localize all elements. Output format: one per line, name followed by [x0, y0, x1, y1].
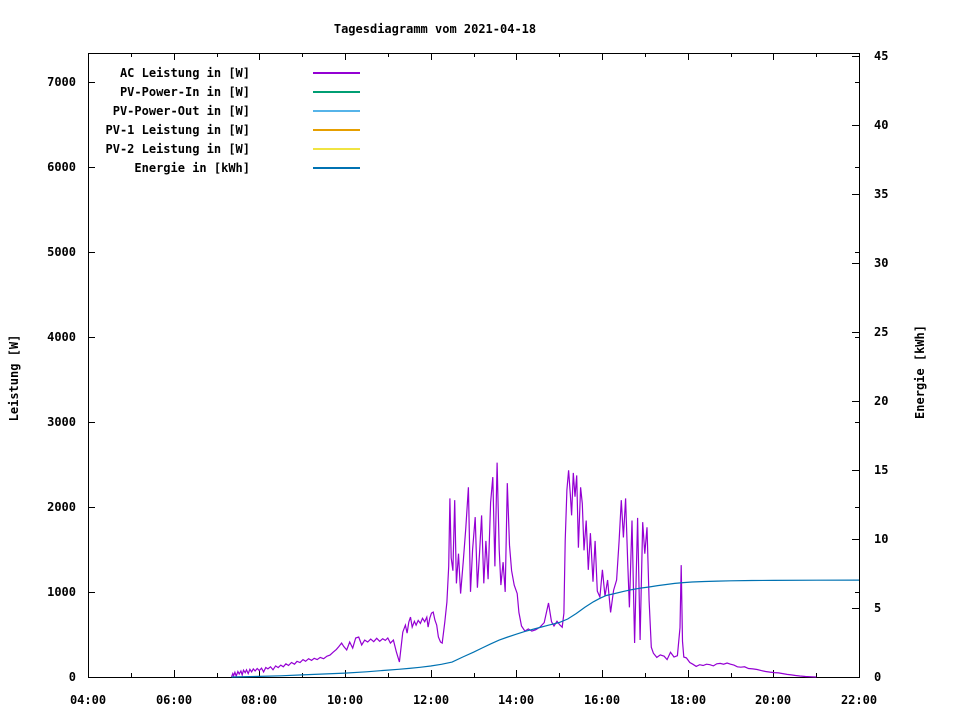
y1-tick-label: 1000 [47, 585, 76, 599]
y1-tick-label: 2000 [47, 500, 76, 514]
y2-tick-label: 25 [874, 325, 888, 339]
y2-tick-label: 40 [874, 118, 888, 132]
y2-tick-label: 30 [874, 256, 888, 270]
x-tick-label: 16:00 [584, 693, 620, 707]
x-tick-label: 06:00 [156, 693, 192, 707]
x-tick-label: 18:00 [670, 693, 706, 707]
y1-tick-label: 0 [69, 670, 76, 684]
x-tick-label: 14:00 [498, 693, 534, 707]
y1-axis-label: Leistung [W] [7, 335, 21, 422]
series-line-ac-leistung-in-w [232, 463, 817, 677]
y1-tick-label: 5000 [47, 245, 76, 259]
y2-tick-label: 10 [874, 532, 888, 546]
legend-label-pv2-leistung: PV-2 Leistung in [W] [106, 142, 251, 156]
x-tick-label: 22:00 [841, 693, 877, 707]
y1-tick-label: 3000 [47, 415, 76, 429]
x-tick-label: 20:00 [755, 693, 791, 707]
y2-tick-label: 20 [874, 394, 888, 408]
x-tick-label: 12:00 [413, 693, 449, 707]
day-diagram-chart: Tagesdiagramm vom 2021-04-18 Leistung [W… [0, 0, 960, 720]
y1-tick-label: 7000 [47, 75, 76, 89]
legend-label-pv-power-in: PV-Power-In in [W] [120, 85, 250, 99]
y2-tick-label: 15 [874, 463, 888, 477]
y2-tick-label: 5 [874, 601, 881, 615]
y2-axis-label: Energie [kWh] [913, 325, 927, 419]
series-lines [232, 463, 860, 677]
y2-tick-label: 0 [874, 670, 881, 684]
legend-label-pv1-leistung: PV-1 Leistung in [W] [106, 123, 251, 137]
y1-tick-label: 4000 [47, 330, 76, 344]
y1-tick-label: 6000 [47, 160, 76, 174]
y2-tick-label: 45 [874, 49, 888, 63]
legend-label-pv-power-out: PV-Power-Out in [W] [113, 104, 250, 118]
chart-title: Tagesdiagramm vom 2021-04-18 [334, 22, 536, 36]
x-tick-label: 08:00 [241, 693, 277, 707]
legend-label-ac-leistung: AC Leistung in [W] [120, 66, 250, 80]
x-tick-label: 10:00 [327, 693, 363, 707]
legend-label-energie: Energie in [kWh] [134, 161, 250, 175]
y2-tick-label: 35 [874, 187, 888, 201]
chart-canvas: Tagesdiagramm vom 2021-04-18 Leistung [W… [0, 0, 960, 720]
legend: AC Leistung in [W] PV-Power-In in [W] PV… [106, 66, 361, 175]
x-tick-label: 04:00 [70, 693, 106, 707]
series-line-energie-in-kwh [232, 580, 860, 677]
